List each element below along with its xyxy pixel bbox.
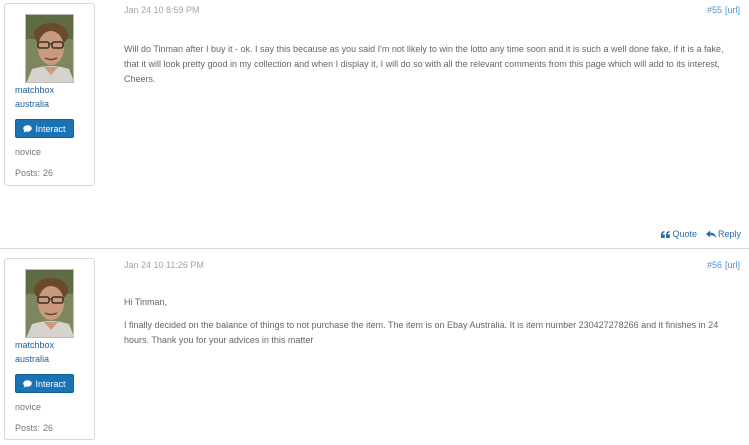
avatar-photo <box>26 270 73 337</box>
post-body: Will do Tinman after I buy it - ok. I sa… <box>124 42 738 87</box>
post-divider <box>0 248 749 249</box>
post-date: Jan 24 10 8:59 PM <box>124 5 200 15</box>
post-actions: Quote Reply <box>661 229 741 239</box>
post-body: Hi Tinman, I finally decided on the bala… <box>124 295 738 348</box>
chat-bubble-icon <box>23 379 33 388</box>
post-url-link[interactable]: [url] <box>725 5 740 15</box>
post-number-link[interactable]: #55 <box>707 5 722 15</box>
post-number-link[interactable]: #56 <box>707 260 722 270</box>
post-paragraph: Will do Tinman after I buy it - ok. I sa… <box>124 44 724 69</box>
interact-label: Interact <box>35 123 66 134</box>
username-link[interactable]: matchbox <box>15 340 54 350</box>
quote-button[interactable]: Quote <box>661 229 697 239</box>
post-paragraph: I finally decided on the balance of thin… <box>124 320 719 345</box>
post: matchbox australia Interact novice Posts… <box>0 250 749 445</box>
post-url-link[interactable]: [url] <box>725 260 740 270</box>
reply-label: Reply <box>717 229 741 239</box>
user-rank: novice <box>15 402 42 412</box>
user-card: matchbox australia Interact novice Posts… <box>4 258 95 440</box>
posts-label: Posts: <box>15 168 41 178</box>
posts-label: Posts: <box>15 423 41 433</box>
post-paragraph: Cheers. <box>124 74 156 84</box>
avatar-photo <box>26 15 73 82</box>
posts-number: 26 <box>43 423 54 433</box>
user-location[interactable]: australia <box>15 354 49 364</box>
user-rank: novice <box>15 147 42 157</box>
post-date: Jan 24 10 11:26 PM <box>124 260 204 270</box>
username-link[interactable]: matchbox <box>15 85 54 95</box>
reply-arrow-icon <box>705 230 716 238</box>
posts-number: 26 <box>43 168 54 178</box>
user-card: matchbox australia Interact novice Posts… <box>4 3 95 186</box>
avatar[interactable] <box>25 14 74 83</box>
chat-bubble-icon <box>23 124 33 133</box>
user-location[interactable]: australia <box>15 99 49 109</box>
interact-button[interactable]: Interact <box>15 374 74 393</box>
reply-button[interactable]: Reply <box>705 229 741 239</box>
quote-label: Quote <box>672 229 697 239</box>
interact-label: Interact <box>35 378 66 389</box>
post-paragraph: Hi Tinman, <box>124 297 168 307</box>
interact-button[interactable]: Interact <box>15 119 74 138</box>
post: matchbox australia Interact novice Posts… <box>0 0 749 249</box>
post-permalink: #56 [url] <box>707 260 740 270</box>
post-permalink: #55 [url] <box>707 5 740 15</box>
quote-icon <box>661 230 671 238</box>
user-post-count: Posts: 26 <box>15 168 53 178</box>
user-post-count: Posts: 26 <box>15 423 53 433</box>
avatar[interactable] <box>25 269 74 338</box>
